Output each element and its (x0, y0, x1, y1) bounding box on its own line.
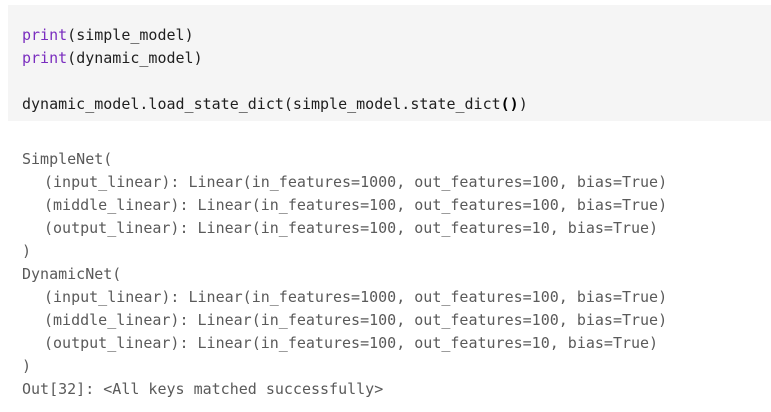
print-keyword: print (22, 49, 68, 67)
simple-net-close: ) (22, 242, 32, 260)
code-line-print-dynamic: print(dynamic_model) (22, 49, 203, 67)
code-line-load-state-dict: dynamic_model.load_state_dict(simple_mod… (22, 93, 771, 116)
code-line-print-simple: print(simple_model) (22, 26, 194, 44)
dynamic-net-close: ) (22, 357, 32, 375)
simple-net-open: SimpleNet( (22, 150, 113, 168)
result-output: Out[32]: <All keys matched successfully> (22, 380, 384, 398)
print-argument: simple_model (76, 26, 185, 44)
simple-middle-linear: (middle_linear): Linear(in_features=100,… (44, 196, 668, 214)
print-argument: dynamic_model (76, 49, 194, 67)
simple-output-linear: (output_linear): Linear(in_features=100,… (44, 219, 659, 237)
code-cell[interactable]: print(simple_model) print(dynamic_model)… (8, 5, 771, 121)
dynamic-output-linear: (output_linear): Linear(in_features=100,… (44, 334, 659, 352)
simple-input-linear: (input_linear): Linear(in_features=1000,… (44, 173, 668, 191)
dynamic-input-linear: (input_linear): Linear(in_features=1000,… (44, 288, 668, 306)
dynamic-middle-linear: (middle_linear): Linear(in_features=100,… (44, 311, 668, 329)
print-keyword: print (22, 26, 68, 44)
closing-paren: ) (518, 95, 528, 113)
load-statement: dynamic_model.load_state_dict(simple_mod… (22, 95, 501, 113)
inner-call-parens: () (500, 95, 519, 113)
cell-output: SimpleNet( (input_linear): Linear(in_fea… (22, 148, 762, 401)
dynamic-net-open: DynamicNet( (22, 265, 122, 283)
